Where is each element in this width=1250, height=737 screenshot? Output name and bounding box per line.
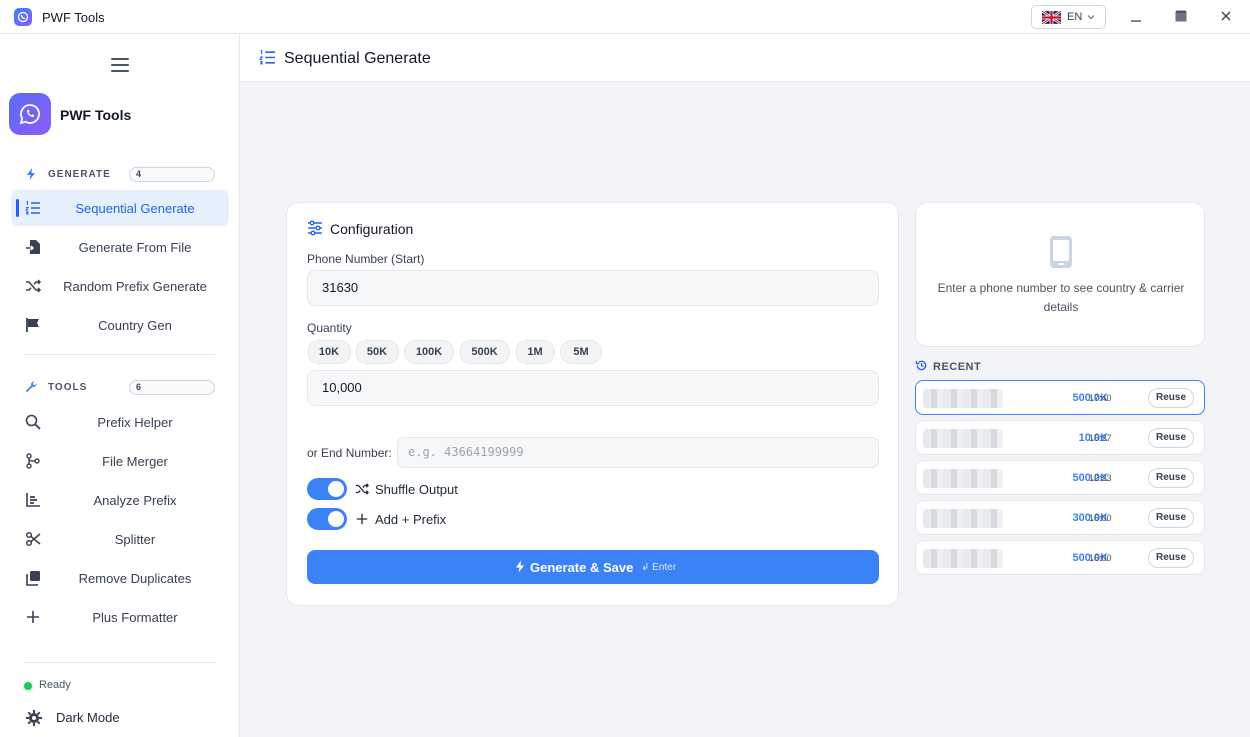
reuse-button[interactable]: Reuse xyxy=(1148,548,1194,568)
redacted-number xyxy=(923,429,1003,448)
nav-item-random-prefix-generate[interactable]: Random Prefix Generate xyxy=(11,268,229,304)
status-text: Ready xyxy=(39,679,71,691)
recent-time: 16:00 xyxy=(1089,553,1112,563)
page-header: Sequential Generate xyxy=(240,34,1250,82)
window-title: PWF Tools xyxy=(42,10,105,25)
nav-label: Analyze Prefix xyxy=(93,493,177,508)
list-ordered-icon xyxy=(259,49,275,65)
history-icon xyxy=(915,360,927,371)
brand-name: PWF Tools xyxy=(60,107,132,123)
add-prefix-label: Add + Prefix xyxy=(375,512,447,527)
close-icon[interactable] xyxy=(1218,8,1234,24)
nav-item-country-gen[interactable]: Country Gen xyxy=(11,307,229,343)
language-selector[interactable]: EN xyxy=(1031,5,1106,29)
quantity-chip-50k[interactable]: 50K xyxy=(355,340,399,364)
gear-icon[interactable] xyxy=(25,709,43,727)
shuffle-output-label: Shuffle Output xyxy=(375,482,458,497)
page-title: Sequential Generate xyxy=(284,50,431,67)
lightning-icon xyxy=(27,168,35,180)
phone-number-label: Phone Number (Start) xyxy=(307,252,425,266)
dark-mode-toggle[interactable]: Dark Mode xyxy=(56,710,120,725)
enter-shortcut-hint: ↲ Enter xyxy=(641,562,677,573)
nav-label: Country Gen xyxy=(98,318,172,333)
nav-item-plus-formatter[interactable]: Plus Formatter xyxy=(11,599,229,635)
quantity-chip-500k[interactable]: 500K xyxy=(459,340,510,364)
maximize-icon[interactable] xyxy=(1173,8,1189,24)
sidebar: PWF Tools GENERATE 4 Sequential Generate… xyxy=(0,34,240,737)
nav-label: Sequential Generate xyxy=(75,201,195,216)
generate-section-count: 4 xyxy=(129,167,215,182)
app-icon xyxy=(14,8,32,26)
language-code: EN xyxy=(1067,11,1083,23)
end-number-input[interactable]: e.g. 43664199999 xyxy=(397,437,879,468)
recent-time: 16:00 xyxy=(1089,513,1112,523)
reuse-button[interactable]: Reuse xyxy=(1148,428,1194,448)
sliders-icon xyxy=(308,220,322,236)
generate-section-label: GENERATE xyxy=(48,169,111,180)
shuffle-output-toggle[interactable] xyxy=(307,478,347,500)
quantity-input[interactable]: 10,000 xyxy=(307,370,879,406)
nav-label: Generate From File xyxy=(78,240,192,255)
reuse-button[interactable]: Reuse xyxy=(1148,468,1194,488)
quantity-label: Quantity xyxy=(307,321,352,335)
nav-item-splitter[interactable]: Splitter xyxy=(11,521,229,557)
phone-number-input[interactable]: 31630 xyxy=(307,270,879,306)
redacted-number xyxy=(923,389,1003,408)
carrier-info-card: Enter a phone number to see country & ca… xyxy=(915,202,1205,347)
nav-label: File Merger xyxy=(102,454,168,469)
nav-label: Plus Formatter xyxy=(92,610,178,625)
add-prefix-toggle[interactable] xyxy=(307,508,347,530)
plus-icon xyxy=(356,513,368,525)
chevron-down-icon xyxy=(1087,15,1095,20)
recent-item[interactable]: 500.0K 16:00 Reuse xyxy=(915,540,1205,575)
recent-time: 12:23 xyxy=(1089,473,1112,483)
uk-flag-icon xyxy=(1042,11,1061,24)
sidebar-divider xyxy=(24,662,215,663)
sidebar-divider xyxy=(24,354,215,355)
recent-time: 15:27 xyxy=(1089,433,1112,443)
nav-label: Prefix Helper xyxy=(97,415,173,430)
nav-label: Random Prefix Generate xyxy=(63,279,207,294)
generate-save-label: Generate & Save xyxy=(530,560,634,575)
title-bar: PWF Tools EN xyxy=(0,0,1250,34)
recent-item[interactable]: 500.0K 12:23 Reuse xyxy=(915,460,1205,495)
recent-time: 17:40 xyxy=(1089,393,1112,403)
nav-item-file-merger[interactable]: File Merger xyxy=(11,443,229,479)
configuration-card: Configuration Phone Number (Start) 31630… xyxy=(286,202,899,606)
recent-item[interactable]: 300.0K 16:00 Reuse xyxy=(915,500,1205,535)
generate-save-button[interactable]: Generate & Save ↲ Enter xyxy=(307,550,879,584)
nav-item-analyze-prefix[interactable]: Analyze Prefix xyxy=(11,482,229,518)
redacted-number xyxy=(923,509,1003,528)
quantity-chip-10k[interactable]: 10K xyxy=(307,340,351,364)
recent-item[interactable]: 10.0K 15:27 Reuse xyxy=(915,420,1205,455)
menu-icon[interactable] xyxy=(110,56,130,74)
end-number-label: or End Number: xyxy=(307,446,392,460)
reuse-button[interactable]: Reuse xyxy=(1148,388,1194,408)
quantity-chip-100k[interactable]: 100K xyxy=(404,340,454,364)
redacted-number xyxy=(923,469,1003,488)
tools-section-count: 6 xyxy=(129,380,215,395)
reuse-button[interactable]: Reuse xyxy=(1148,508,1194,528)
smartphone-icon xyxy=(1050,236,1072,268)
nav-label: Splitter xyxy=(114,532,156,547)
shuffle-icon xyxy=(355,483,369,495)
configuration-title: Configuration xyxy=(330,221,414,237)
nav-item-prefix-helper[interactable]: Prefix Helper xyxy=(11,404,229,440)
brand-logo xyxy=(9,93,51,135)
nav-label: Remove Duplicates xyxy=(78,571,192,586)
nav-item-generate-from-file[interactable]: Generate From File xyxy=(11,229,229,265)
carrier-info-message: Enter a phone number to see country & ca… xyxy=(937,281,1185,314)
tools-section-label: TOOLS xyxy=(48,382,88,393)
redacted-number xyxy=(923,549,1003,568)
recent-label: RECENT xyxy=(933,361,982,373)
minimize-icon[interactable] xyxy=(1128,8,1144,24)
recent-item[interactable]: 500.0K 17:40 Reuse xyxy=(915,380,1205,415)
nav-item-remove-duplicates[interactable]: Remove Duplicates xyxy=(11,560,229,596)
nav-item-sequential-generate[interactable]: Sequential Generate xyxy=(11,190,229,226)
wrench-icon xyxy=(25,381,37,393)
quantity-chip-5m[interactable]: 5M xyxy=(560,340,602,364)
lightning-icon xyxy=(516,560,524,573)
quantity-chip-1m[interactable]: 1M xyxy=(515,340,555,364)
status-indicator xyxy=(24,682,32,690)
